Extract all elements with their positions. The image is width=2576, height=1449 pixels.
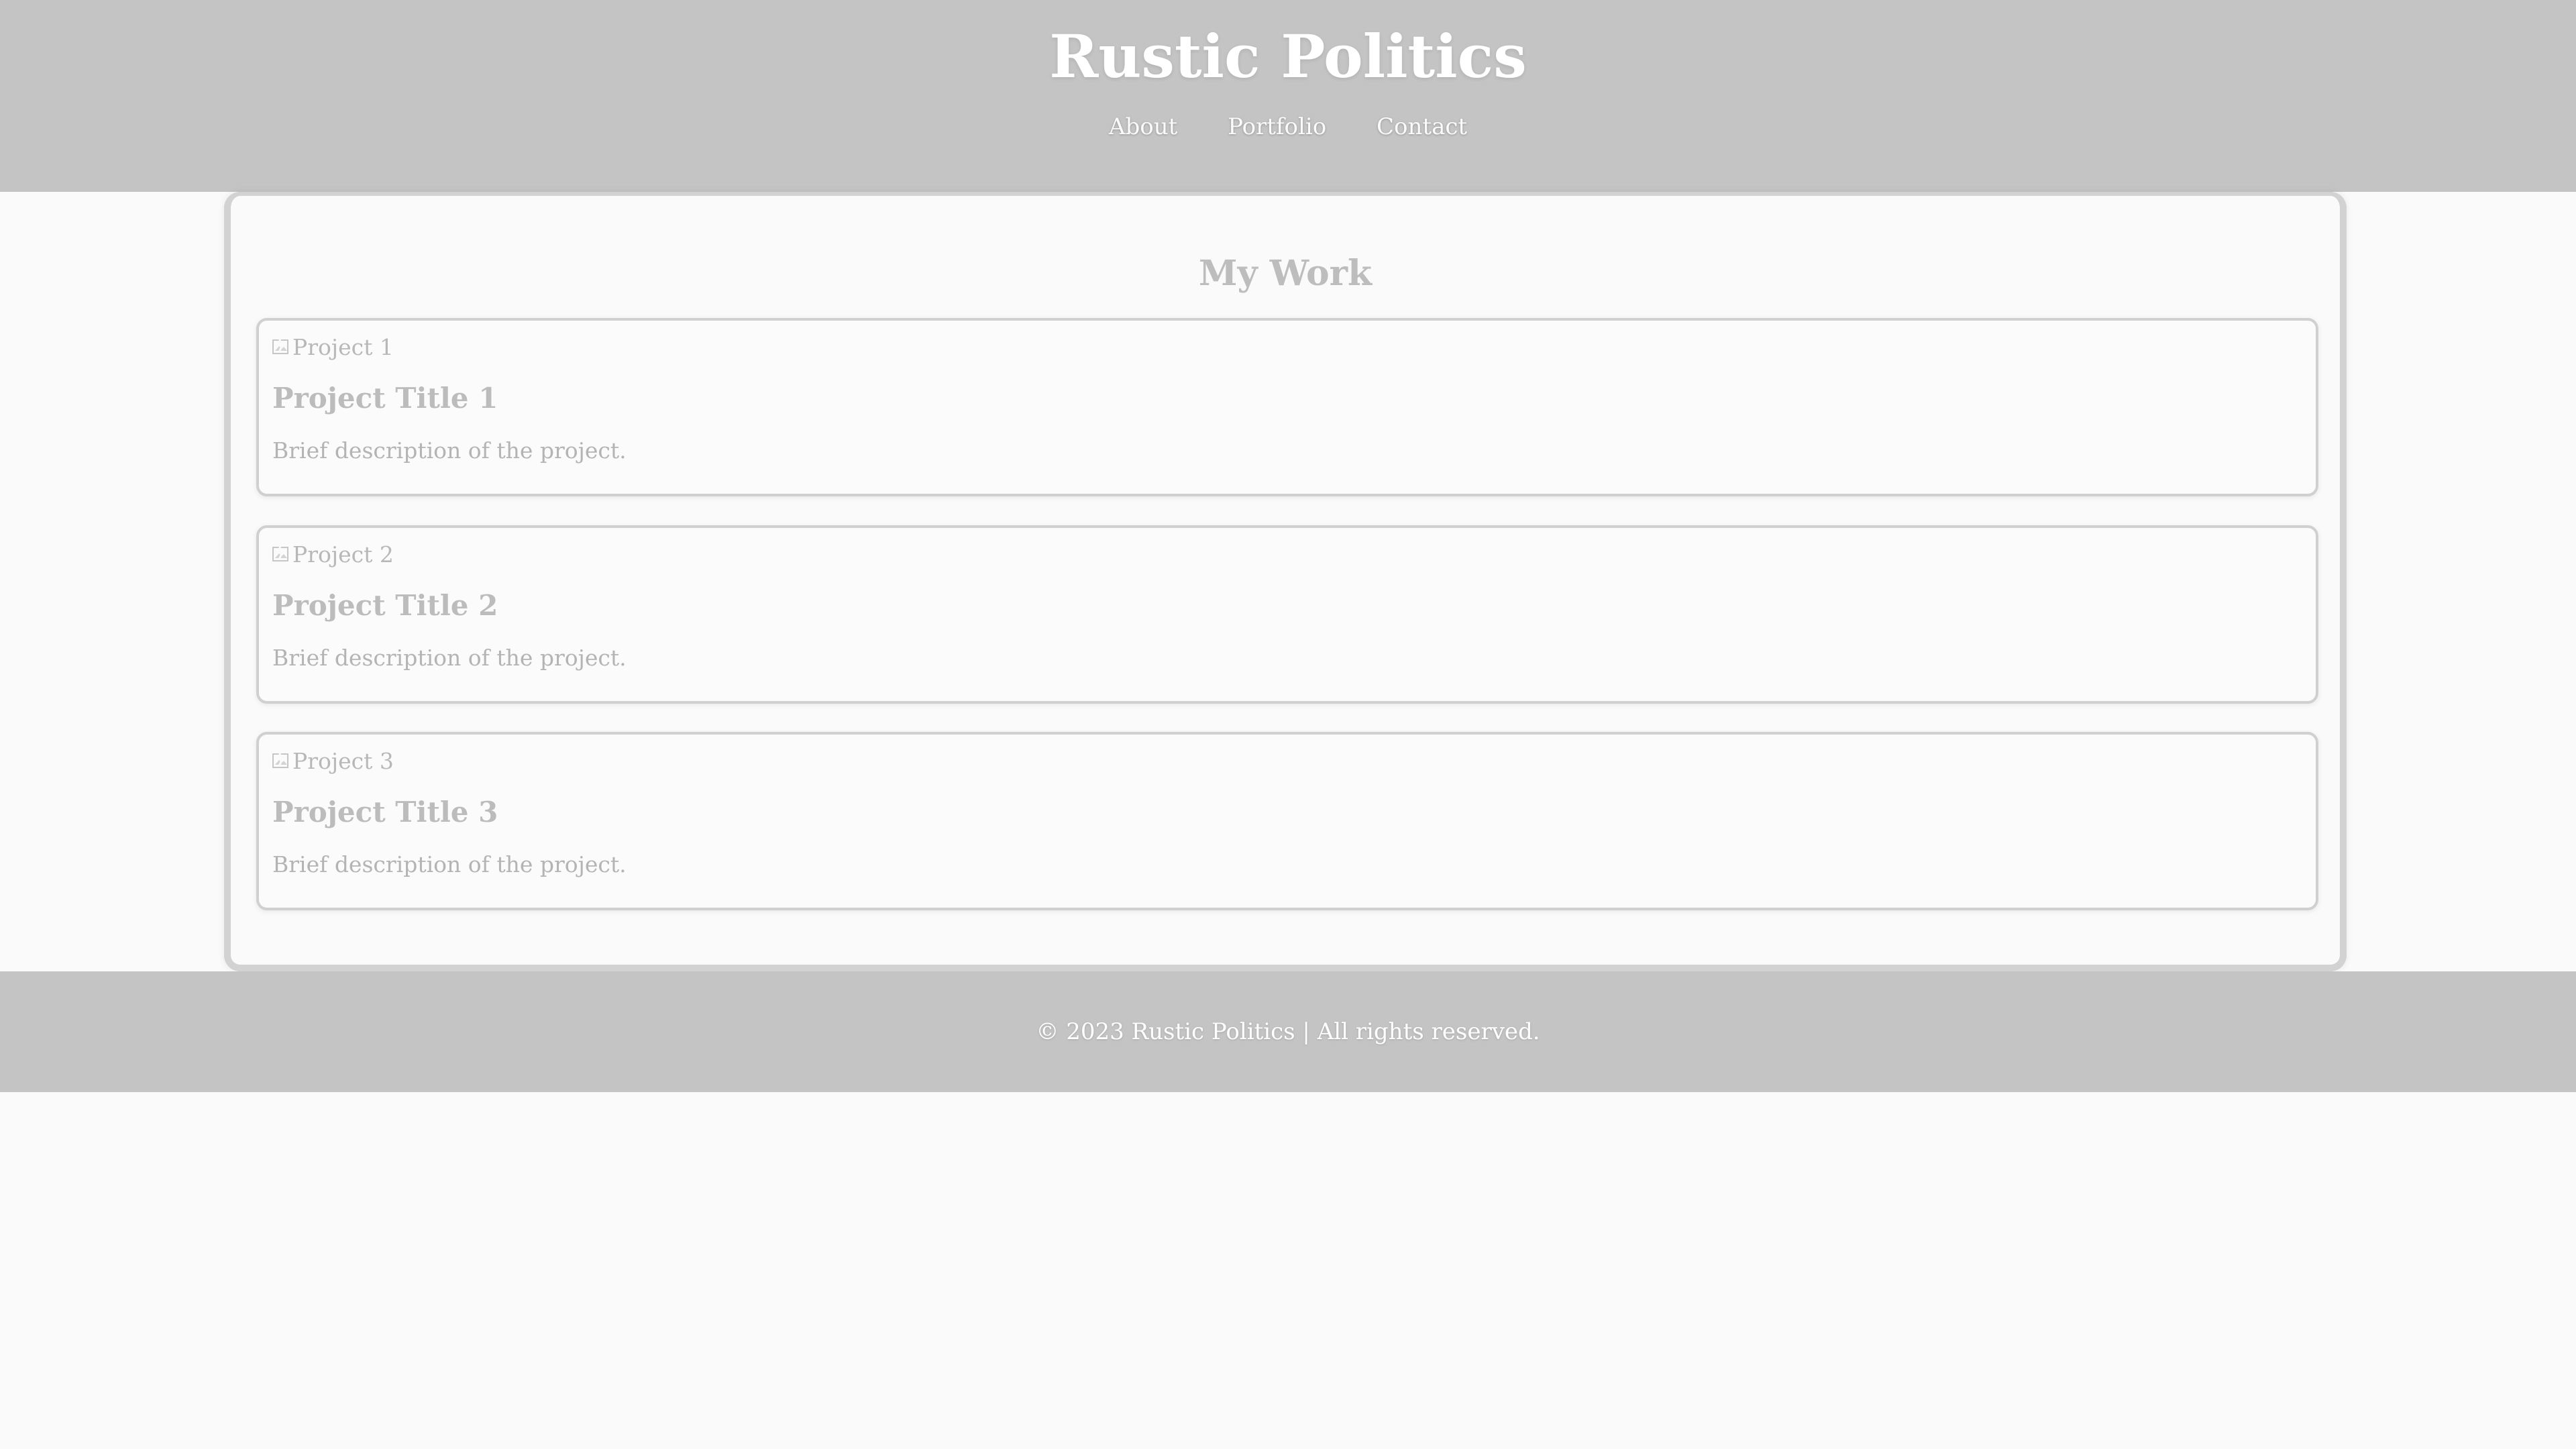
site-header: Rustic Politics About Portfolio Contact (0, 0, 2576, 192)
main-nav: About Portfolio Contact (0, 110, 2576, 144)
footer-copyright: © 2023 Rustic Politics | All rights rese… (1036, 1018, 1540, 1045)
project-description: Brief description of the project. (272, 437, 627, 464)
nav-link-contact[interactable]: Contact (1377, 110, 1467, 144)
project-card: Project 2 Project Title 2 Brief descript… (256, 525, 2318, 704)
portfolio-section: My Work Project 1 Project Title 1 Brief … (224, 192, 2347, 971)
project-image: Project 3 (271, 747, 394, 776)
nav-link-portfolio[interactable]: Portfolio (1228, 110, 1326, 144)
project-image-alt: Project 2 (292, 541, 394, 568)
nav-link-about[interactable]: About (1109, 110, 1177, 144)
project-card: Project 1 Project Title 1 Brief descript… (256, 318, 2318, 496)
project-title: Project Title 2 (272, 589, 498, 622)
broken-image-icon (272, 752, 288, 768)
broken-image-icon (272, 338, 288, 354)
project-image-alt: Project 3 (292, 748, 394, 774)
project-title: Project Title 1 (272, 382, 498, 415)
project-image: Project 2 (271, 540, 394, 570)
project-card: Project 3 Project Title 3 Brief descript… (256, 732, 2318, 910)
project-description: Brief description of the project. (272, 645, 627, 671)
project-image: Project 1 (271, 333, 394, 362)
site-title: Rustic Politics (1049, 21, 1527, 91)
project-image-alt: Project 1 (292, 334, 394, 360)
broken-image-icon (272, 545, 288, 561)
site-footer: © 2023 Rustic Politics | All rights rese… (0, 971, 2576, 1092)
project-title: Project Title 3 (272, 796, 498, 828)
project-description: Brief description of the project. (272, 851, 627, 877)
section-title: My Work (1198, 253, 1373, 294)
